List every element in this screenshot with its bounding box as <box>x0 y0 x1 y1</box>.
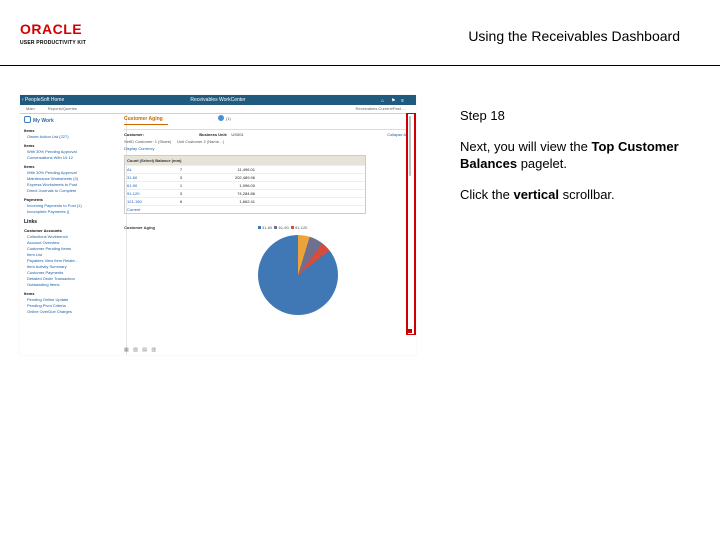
subnav-reports[interactable]: Reports/Queries <box>48 105 77 113</box>
vertical-scrollbar[interactable] <box>406 113 416 335</box>
table-header: Count (Select) Balance (mm) <box>125 156 365 165</box>
subnav-main[interactable]: Main <box>26 105 35 113</box>
app-screenshot: ‹ PeopleSoft Home Receivables WorkCenter… <box>20 95 416 355</box>
tab-underline <box>124 124 168 125</box>
download-icon[interactable]: ▤ <box>142 347 147 353</box>
chart-title: Customer Aging <box>124 225 155 231</box>
brand-top: ORACLE <box>20 22 86 36</box>
step-number: Step 18 <box>460 107 720 124</box>
step-text-1: Next, you will view the Top Customer Bal… <box>460 138 720 172</box>
table-row[interactable]: 121-15061,662.41 <box>125 197 365 205</box>
page-title: Using the Receivables Dashboard <box>468 28 680 44</box>
step-instructions: Step 18 Next, you will view the Top Cust… <box>460 107 720 217</box>
table-row[interactable]: AL711,496.01 <box>125 165 365 173</box>
table-row[interactable]: 91-120374,284.86 <box>125 189 365 197</box>
export-icons: ▦ ▧ ▤ ▥ <box>124 347 159 353</box>
filter-panel: Customer: Business Unit: US001 Collapse … <box>124 129 408 214</box>
sidebar-mywork[interactable]: My Work <box>24 116 122 125</box>
excel-icon[interactable]: ▦ <box>124 347 129 353</box>
table-row[interactable]: Current <box>125 205 365 213</box>
menu-icon[interactable]: ≡ <box>401 96 408 103</box>
home-icon[interactable]: ⌂ <box>381 96 388 103</box>
subnav-right: Receivables Current/Past … <box>356 105 406 113</box>
lab-customer: Customer: <box>124 132 144 138</box>
display-currency-link[interactable]: Display Currency <box>124 146 408 152</box>
topbar-title: Receivables WorkCenter <box>20 95 416 105</box>
sidebar-item[interactable]: Incomplete Payments () <box>27 209 122 215</box>
main-area: Customer Aging (1) Customer: Business Un… <box>118 113 408 355</box>
avatar-icon <box>218 115 224 121</box>
collapse-all-link[interactable]: Collapse All <box>387 132 408 138</box>
sidebar: My Work Items Owner Action List (227) It… <box>20 113 127 355</box>
lab-setid: SetID Customer: <box>124 139 154 144</box>
print-icon[interactable]: ▥ <box>151 347 156 353</box>
sidebar-item[interactable]: Conversations With 10-12 <box>27 155 122 161</box>
aging-pie-chart[interactable] <box>258 235 338 315</box>
lab-bu: Business Unit: <box>199 132 227 138</box>
portfolio-icon[interactable]: (1) <box>218 115 231 122</box>
sidebar-item[interactable]: Direct Journals to Complete <box>27 188 122 194</box>
tab-customer-aging[interactable]: Customer Aging <box>124 116 408 123</box>
val-bu: US001 <box>231 132 243 138</box>
page-header: ORACLE USER PRODUCTIVITY KIT Using the R… <box>20 22 700 60</box>
chart-legend: 31-60 61-90 91-120 <box>258 225 307 230</box>
chart-icon[interactable]: ▧ <box>133 347 138 353</box>
sidebar-links-header[interactable]: Links <box>24 219 122 225</box>
sidebar-link[interactable]: Outstanding Items <box>27 282 122 288</box>
sidebar-item[interactable]: Owner Action List (227) <box>27 134 122 140</box>
header-rule <box>0 65 720 66</box>
app-topbar: ‹ PeopleSoft Home Receivables WorkCenter… <box>20 95 416 105</box>
step-text-2: Click the vertical scrollbar. <box>460 186 720 203</box>
table-row[interactable]: 31-603202,489.96 <box>125 173 365 181</box>
brand-bottom: USER PRODUCTIVITY KIT <box>20 40 86 47</box>
sidebar-link[interactable]: Online OverDue Charges <box>27 309 122 315</box>
oracle-logo: ORACLE USER PRODUCTIVITY KIT <box>20 22 86 47</box>
aging-table: Count (Select) Balance (mm) AL711,496.01… <box>124 155 366 214</box>
scrollbar-down-icon[interactable] <box>408 329 412 333</box>
flag-icon[interactable]: ⚑ <box>391 96 398 103</box>
table-row[interactable]: 61-9011,096.00 <box>125 181 365 189</box>
scrollbar-thumb[interactable] <box>409 116 411 176</box>
